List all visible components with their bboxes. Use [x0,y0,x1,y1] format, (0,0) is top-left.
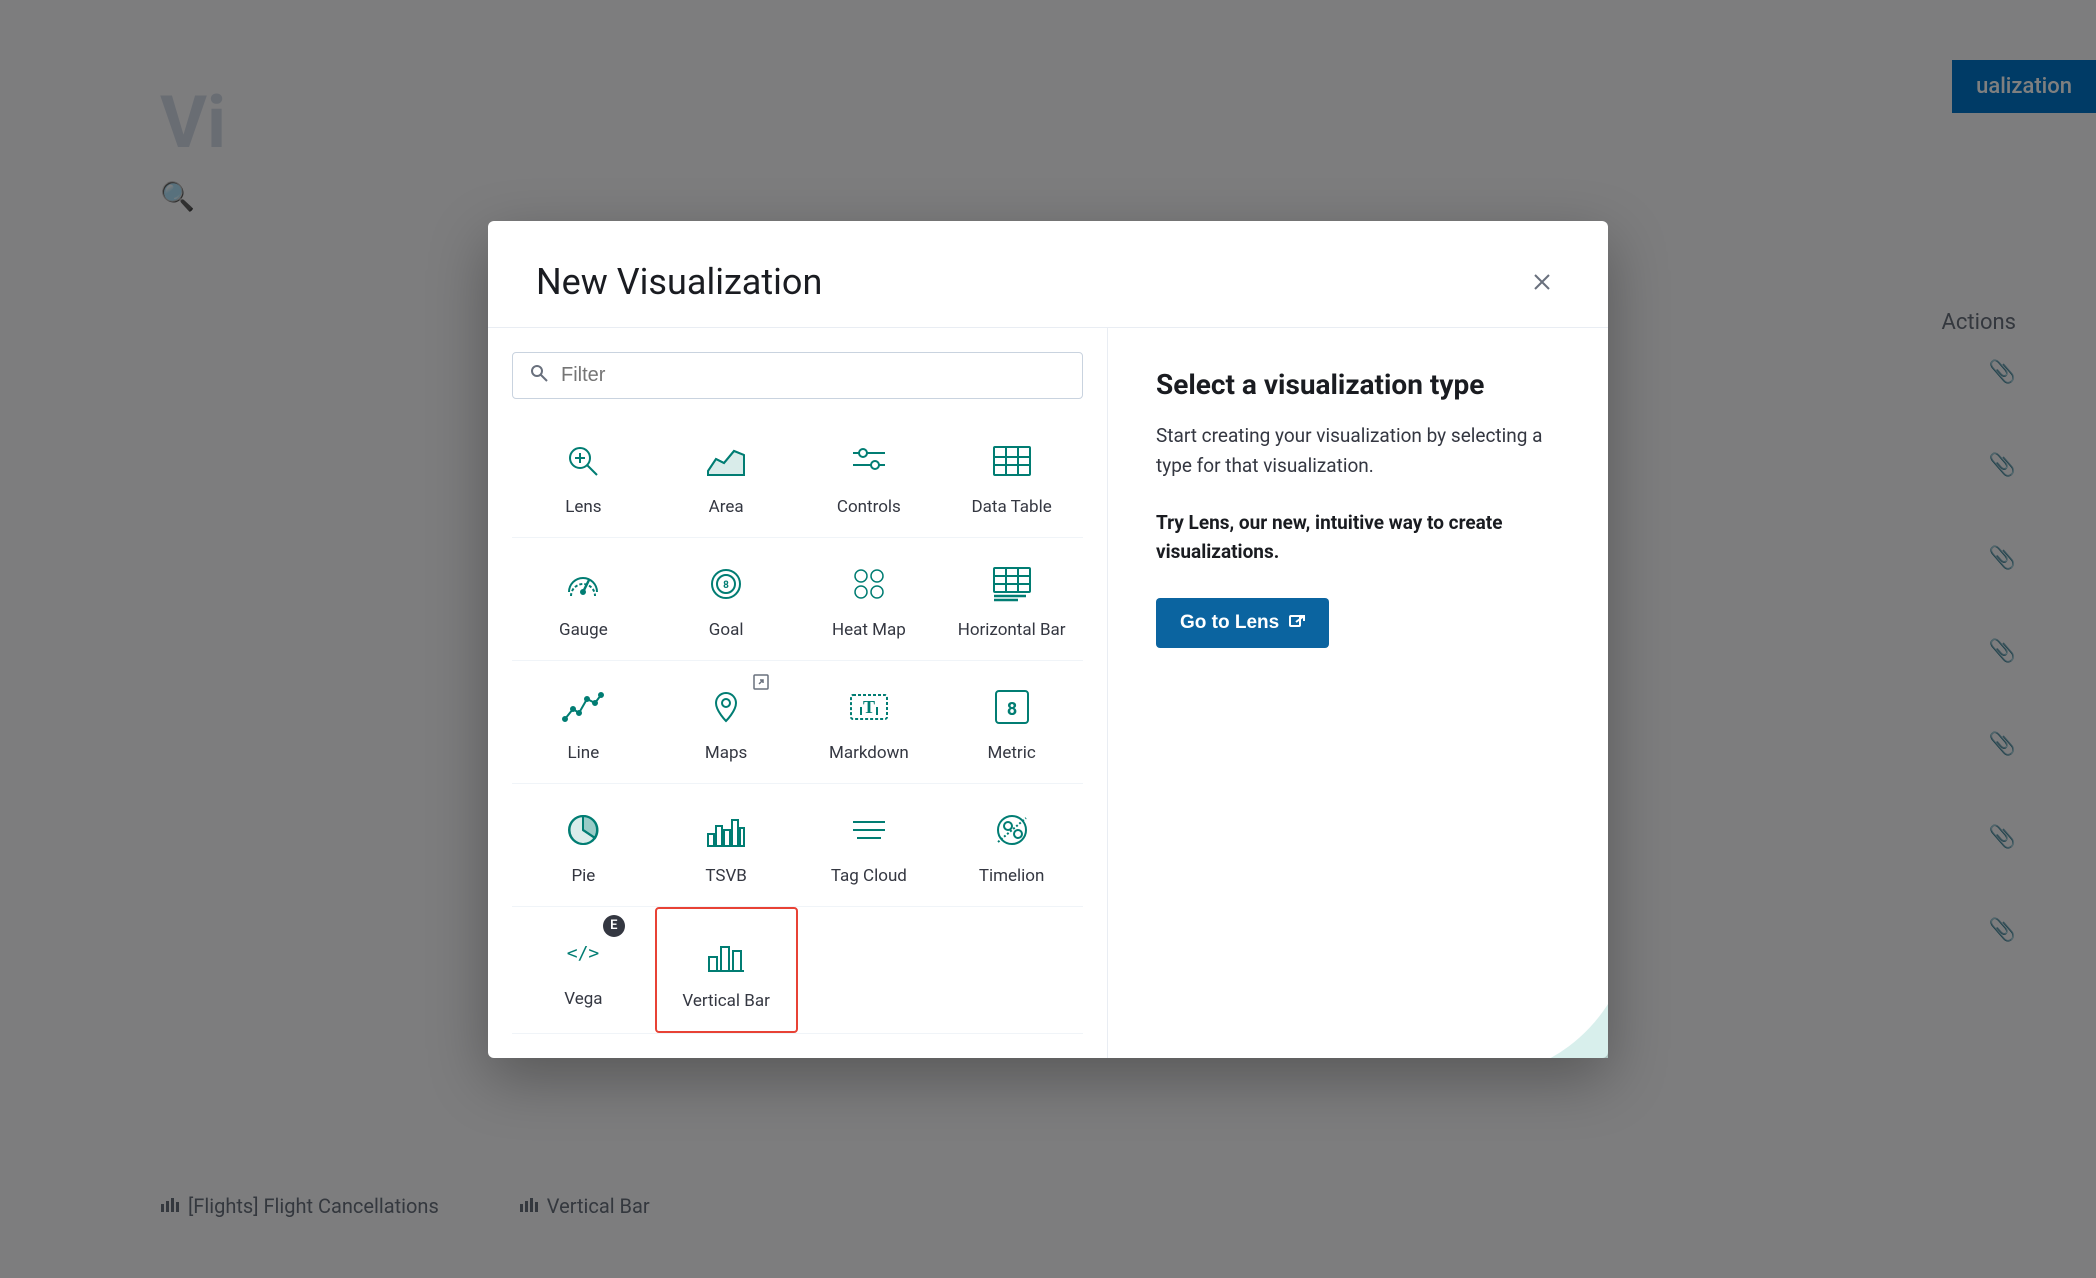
area-icon [700,435,752,487]
close-button[interactable] [1524,264,1560,300]
viz-item-maps[interactable]: Maps [655,661,798,783]
data-table-icon [986,435,1038,487]
tag-cloud-label: Tag Cloud [831,866,907,886]
right-panel-description: Start creating your visualization by sel… [1156,421,1560,482]
viz-item-timelion[interactable]: Timelion [940,784,1083,906]
right-panel-title: Select a visualization type [1156,368,1560,401]
viz-item-horizontal-bar[interactable]: Horizontal Bar [940,538,1083,660]
gauge-label: Gauge [559,620,608,640]
maps-icon [700,681,752,733]
viz-item-gauge[interactable]: Gauge [512,538,655,660]
line-icon [557,681,609,733]
viz-item-data-table[interactable]: Data Table [940,415,1083,537]
vega-badge: E [603,915,625,937]
grid-row-1: Gauge 8 Goal [512,538,1083,661]
svg-text:8: 8 [1006,699,1016,720]
gauge-icon [557,558,609,610]
timelion-icon [986,804,1038,856]
horizontal-bar-label: Horizontal Bar [958,620,1066,640]
pie-label: Pie [571,866,595,886]
vega-label: Vega [564,989,602,1009]
vega-icon: </> [557,927,609,979]
search-icon [529,363,549,388]
vertical-bar-label: Vertical Bar [682,991,769,1011]
metric-icon: 8 [986,681,1038,733]
markdown-label: Markdown [829,743,909,763]
left-panel: Lens Area [488,328,1108,1058]
viz-grid: Lens Area [488,415,1107,1058]
viz-item-metric[interactable]: 8 Metric [940,661,1083,783]
horizontal-bar-icon [986,558,1038,610]
maps-label: Maps [705,743,747,763]
decorative-shapes [1328,758,1608,1058]
viz-item-area[interactable]: Area [655,415,798,537]
viz-item-pie[interactable]: Pie [512,784,655,906]
viz-item-tsvb[interactable]: TSVB [655,784,798,906]
vertical-bar-icon [700,929,752,981]
viz-item-tag-cloud[interactable]: Tag Cloud [798,784,941,906]
controls-icon [843,435,895,487]
viz-item-heat-map[interactable]: Heat Map [798,538,941,660]
goal-label: Goal [709,620,744,640]
grid-row-2: Line [512,661,1083,784]
area-label: Area [709,497,744,517]
right-panel-emphasis: Try Lens, our new, intuitive way to crea… [1156,509,1560,566]
metric-label: Metric [988,743,1036,763]
filter-input[interactable] [561,364,1066,387]
controls-label: Controls [837,497,901,517]
external-link-icon [1289,615,1305,631]
svg-text:8: 8 [723,580,729,591]
svg-text:</>: </> [567,943,600,964]
grid-row-3: Pie [512,784,1083,907]
search-box[interactable] [512,352,1083,399]
modal-body: Lens Area [488,328,1608,1058]
viz-item-vertical-bar[interactable]: Vertical Bar [655,907,798,1033]
maps-ext-badge [752,673,770,696]
viz-item-markdown[interactable]: T Markdown [798,661,941,783]
right-panel: Select a visualization type Start creati… [1108,328,1608,1058]
grid-row-4: </> E Vega [512,907,1083,1034]
viz-item-vega[interactable]: </> E Vega [512,907,655,1033]
line-label: Line [568,743,600,763]
new-visualization-modal: New Visualization [488,221,1608,1058]
tsvb-label: TSVB [705,866,747,886]
lens-icon [557,435,609,487]
modal-header: New Visualization [488,221,1608,328]
viz-item-line[interactable]: Line [512,661,655,783]
svg-text:T: T [863,697,875,717]
heat-map-label: Heat Map [832,620,906,640]
pie-icon [557,804,609,856]
heat-map-icon [843,558,895,610]
modal-title: New Visualization [536,261,822,303]
lens-label: Lens [565,497,601,517]
markdown-icon: T [843,681,895,733]
go-to-lens-label: Go to Lens [1180,612,1279,634]
goal-icon: 8 [700,558,752,610]
tag-cloud-icon [843,804,895,856]
viz-item-empty-2 [940,907,1083,1033]
timelion-label: Timelion [979,866,1045,886]
data-table-label: Data Table [972,497,1052,517]
modal-overlay[interactable]: New Visualization [0,0,2096,1278]
viz-item-empty-1 [798,907,941,1033]
viz-item-goal[interactable]: 8 Goal [655,538,798,660]
viz-item-controls[interactable]: Controls [798,415,941,537]
viz-item-lens[interactable]: Lens [512,415,655,537]
go-to-lens-button[interactable]: Go to Lens [1156,598,1329,648]
tsvb-icon [700,804,752,856]
grid-row-0: Lens Area [512,415,1083,538]
